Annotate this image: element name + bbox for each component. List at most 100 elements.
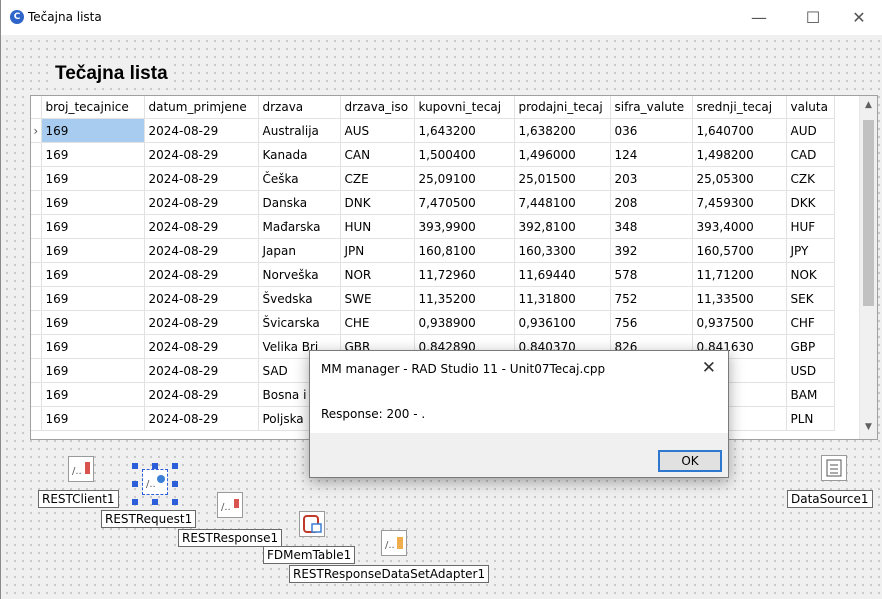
- table-cell[interactable]: 756: [610, 310, 693, 335]
- table-cell[interactable]: HUF: [786, 214, 835, 239]
- table-cell[interactable]: 11,69440: [514, 262, 611, 287]
- dialog-close-button[interactable]: ✕: [702, 358, 716, 378]
- table-cell[interactable]: 1,643200: [414, 118, 515, 143]
- table-row[interactable]: 169 2024-08-29 Švedska SWE 11,35200 11,31800 7…: [31, 286, 835, 311]
- rest-adapter-label[interactable]: RESTResponseDataSetAdapter1: [289, 565, 490, 583]
- table-cell[interactable]: 752: [610, 286, 693, 311]
- table-cell[interactable]: 1,640700: [692, 118, 787, 143]
- fd-mem-table-icon[interactable]: [299, 511, 325, 537]
- table-cell[interactable]: JPY: [786, 238, 835, 263]
- table-row[interactable]: 169 2024-08-29 Mađarska HUN 393,9900 392,8100…: [31, 214, 835, 239]
- rest-request-label[interactable]: RESTRequest1: [101, 510, 197, 528]
- table-cell[interactable]: 25,01500: [514, 166, 611, 191]
- row-indicator-icon[interactable]: [31, 334, 42, 359]
- table-cell[interactable]: 348: [610, 214, 693, 239]
- title-bar[interactable]: C Tečajna lista — ☐ ✕: [1, 0, 882, 35]
- row-indicator-icon[interactable]: [31, 142, 42, 167]
- table-cell[interactable]: 2024-08-29: [144, 238, 259, 263]
- table-cell[interactable]: 2024-08-29: [144, 286, 259, 311]
- row-indicator-icon[interactable]: [31, 382, 42, 407]
- table-cell[interactable]: 2024-08-29: [144, 406, 259, 431]
- column-header[interactable]: broj_tecajnice: [41, 96, 145, 119]
- table-cell[interactable]: 160,3300: [514, 238, 611, 263]
- table-cell[interactable]: 578: [610, 262, 693, 287]
- table-cell[interactable]: 203: [610, 166, 693, 191]
- ok-button[interactable]: OK: [658, 450, 722, 472]
- table-cell[interactable]: HUN: [340, 214, 415, 239]
- table-cell[interactable]: 393,4000: [692, 214, 787, 239]
- table-cell[interactable]: 0,938900: [414, 310, 515, 335]
- table-cell[interactable]: 393,9900: [414, 214, 515, 239]
- table-cell[interactable]: 1,638200: [514, 118, 611, 143]
- table-cell[interactable]: DKK: [786, 190, 835, 215]
- table-cell[interactable]: 11,33500: [692, 286, 787, 311]
- form-designer-surface[interactable]: Tečajna lista broj_tecajnice datum_primj…: [1, 35, 882, 599]
- column-header[interactable]: kupovni_tecaj: [414, 96, 515, 119]
- table-cell[interactable]: 392: [610, 238, 693, 263]
- selection-handle[interactable]: [132, 481, 138, 487]
- table-cell[interactable]: USD: [786, 358, 835, 383]
- row-indicator-icon[interactable]: [31, 406, 42, 431]
- table-cell[interactable]: Japan: [258, 238, 341, 263]
- table-cell[interactable]: PLN: [786, 406, 835, 431]
- table-cell[interactable]: CHF: [786, 310, 835, 335]
- table-cell[interactable]: 392,8100: [514, 214, 611, 239]
- table-cell[interactable]: 169: [41, 262, 145, 287]
- fd-mem-table-label[interactable]: FDMemTable1: [263, 546, 356, 564]
- row-indicator-icon[interactable]: [31, 214, 42, 239]
- table-cell[interactable]: 169: [41, 286, 145, 311]
- close-button[interactable]: ✕: [836, 0, 882, 35]
- table-row[interactable]: 169 2024-08-29 Norveška NOR 11,72960 11,69440…: [31, 262, 835, 287]
- table-cell[interactable]: 2024-08-29: [144, 118, 259, 143]
- table-cell[interactable]: Danska: [258, 190, 341, 215]
- table-cell[interactable]: BAM: [786, 382, 835, 407]
- table-cell[interactable]: AUD: [786, 118, 835, 143]
- table-cell[interactable]: Mađarska: [258, 214, 341, 239]
- table-cell[interactable]: 11,35200: [414, 286, 515, 311]
- selection-handle[interactable]: [172, 481, 178, 487]
- rest-client-icon[interactable]: /..: [68, 456, 94, 482]
- table-cell[interactable]: 208: [610, 190, 693, 215]
- table-cell[interactable]: 0,936100: [514, 310, 611, 335]
- table-cell[interactable]: 7,459300: [692, 190, 787, 215]
- table-cell[interactable]: 2024-08-29: [144, 358, 259, 383]
- minimize-button[interactable]: —: [736, 0, 782, 35]
- table-cell[interactable]: CAN: [340, 142, 415, 167]
- row-indicator-icon[interactable]: [31, 310, 42, 335]
- table-cell[interactable]: SEK: [786, 286, 835, 311]
- selection-handle[interactable]: [172, 463, 178, 469]
- table-cell[interactable]: 169: [41, 358, 145, 383]
- dialog-title-bar[interactable]: MM manager - RAD Studio 11 - Unit07Tecaj…: [310, 351, 728, 389]
- scroll-up-arrow-icon[interactable]: ▲: [860, 100, 877, 110]
- row-indicator-icon[interactable]: [31, 358, 42, 383]
- table-cell[interactable]: NOR: [340, 262, 415, 287]
- table-cell[interactable]: 25,05300: [692, 166, 787, 191]
- table-cell[interactable]: CHE: [340, 310, 415, 335]
- table-cell[interactable]: 160,5700: [692, 238, 787, 263]
- selection-handle[interactable]: [152, 463, 158, 469]
- table-cell[interactable]: Švedska: [258, 286, 341, 311]
- table-row[interactable]: 169 2024-08-29 Danska DNK 7,470500 7,448100 20…: [31, 190, 835, 215]
- column-header[interactable]: srednji_tecaj: [692, 96, 787, 119]
- table-cell[interactable]: SWE: [340, 286, 415, 311]
- rest-response-label[interactable]: RESTResponse1: [178, 529, 283, 547]
- table-cell[interactable]: 2024-08-29: [144, 142, 259, 167]
- table-cell[interactable]: 169: [41, 118, 145, 143]
- table-cell[interactable]: 169: [41, 142, 145, 167]
- rest-request-icon[interactable]: /..: [142, 469, 168, 495]
- table-cell[interactable]: 2024-08-29: [144, 262, 259, 287]
- table-cell[interactable]: 2024-08-29: [144, 310, 259, 335]
- table-cell[interactable]: 1,498200: [692, 142, 787, 167]
- column-header[interactable]: drzava_iso: [340, 96, 415, 119]
- table-cell[interactable]: 169: [41, 310, 145, 335]
- table-cell[interactable]: 2024-08-29: [144, 214, 259, 239]
- table-cell[interactable]: 7,470500: [414, 190, 515, 215]
- table-cell[interactable]: 124: [610, 142, 693, 167]
- column-header[interactable]: datum_primjene: [144, 96, 259, 119]
- row-indicator-icon[interactable]: ›: [31, 118, 42, 143]
- table-cell[interactable]: CAD: [786, 142, 835, 167]
- table-cell[interactable]: 2024-08-29: [144, 190, 259, 215]
- table-row[interactable]: 169 2024-08-29 Švicarska CHE 0,938900 0,93610…: [31, 310, 835, 335]
- table-cell[interactable]: 1,496000: [514, 142, 611, 167]
- table-cell[interactable]: 11,31800: [514, 286, 611, 311]
